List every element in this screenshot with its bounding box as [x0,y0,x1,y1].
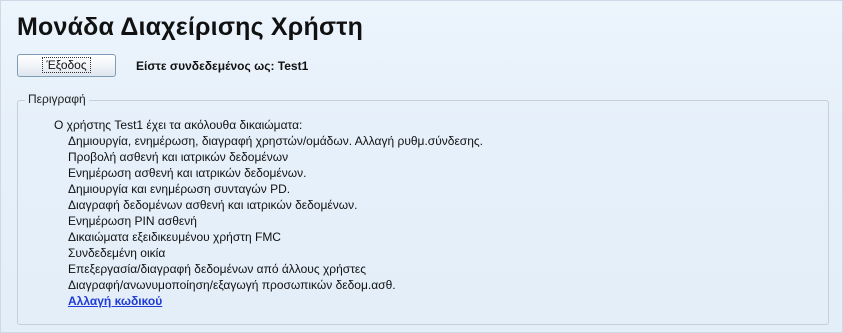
permission-item: Προβολή ασθενή και ιατρικών δεδομένων [68,150,289,164]
user-management-window: Μονάδα Διαχείρισης Χρήστη Έξοδος Είστε σ… [0,0,843,333]
exit-button[interactable]: Έξοδος [17,54,116,77]
description-groupbox: Περιγραφή Ο χρήστης Test1 έχει τα ακόλου… [17,92,829,325]
permission-item: Ενημέρωση PIN ασθενή [68,214,197,228]
page-title: Μονάδα Διαχείρισης Χρήστη [17,13,364,41]
permission-item: Διαγραφή/ανωνυμοποίηση/εξαγωγή προσωπικώ… [68,278,396,292]
permission-item: Ενημέρωση ασθενή και ιατρικών δεδομένων. [68,166,307,180]
exit-button-label: Έξοδος [42,57,91,73]
permission-item: Διαγραφή δεδομένων ασθενή και ιατρικών δ… [68,198,358,212]
permission-item: Δημιουργία, ενημέρωση, διαγραφή χρηστών/… [68,134,484,148]
logged-in-status: Είστε συνδεδεμένος ως: Test1 [136,59,309,73]
permission-item: Επεξεργασία/διαγραφή δεδομένων από άλλου… [68,262,367,276]
permission-item: Συνδεδεμένη οικία [68,246,166,260]
description-content: Ο χρήστης Test1 έχει τα ακόλουθα δικαιώμ… [54,117,483,309]
description-legend: Περιγραφή [25,92,89,106]
permission-item: Δημιουργία και ενημέρωση συνταγών PD. [68,182,291,196]
permissions-intro: Ο χρήστης Test1 έχει τα ακόλουθα δικαιώμ… [54,118,303,132]
permissions-list: Δημιουργία, ενημέρωση, διαγραφή χρηστών/… [54,133,483,293]
change-password-link[interactable]: Αλλαγή κωδικού [54,293,483,309]
permission-item: Δικαιώματα εξειδικευμένου χρήστη FMC [68,230,281,244]
